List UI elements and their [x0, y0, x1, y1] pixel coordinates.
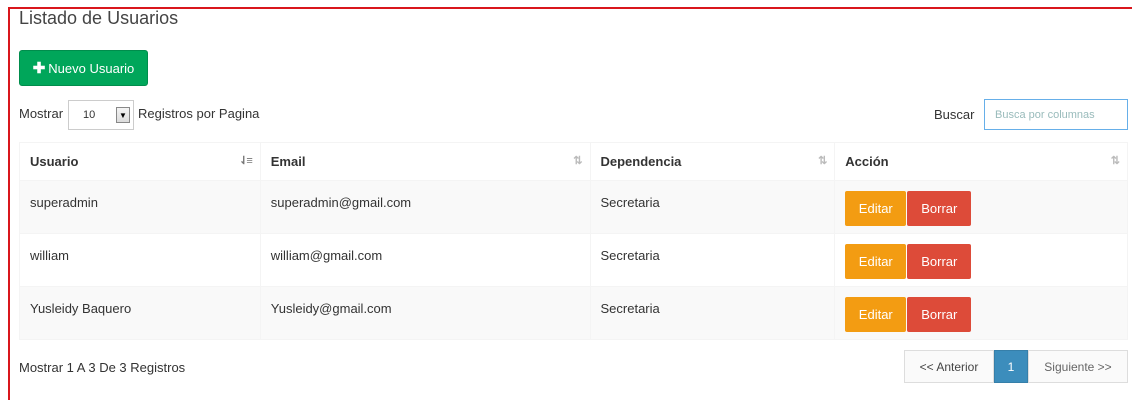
- cell-text: william: [30, 248, 69, 263]
- delete-button[interactable]: Borrar: [907, 297, 972, 332]
- cell-text: Secretaria: [600, 248, 660, 263]
- new-user-button-label: Nuevo Usuario: [48, 60, 135, 76]
- sort-icon[interactable]: ⇅: [1111, 154, 1120, 167]
- cell-text: superadmin@gmail.com: [270, 195, 412, 210]
- page-number-button[interactable]: 1: [994, 350, 1028, 383]
- sort-icon[interactable]: ⇅: [573, 154, 582, 167]
- cell-email: Yusleidy@gmail.com: [259, 286, 591, 340]
- cell-text: Yusleidy Baquero: [30, 301, 132, 316]
- edit-button[interactable]: Editar: [845, 244, 907, 279]
- cell-actions: Editar Borrar: [834, 286, 1128, 340]
- show-label: Mostrar: [19, 106, 64, 121]
- page-title: Listado de Usuarios: [19, 8, 179, 28]
- search-label: Buscar: [934, 107, 975, 122]
- cell-dependencia: Secretaria: [589, 233, 836, 287]
- cell-email: superadmin@gmail.com: [259, 180, 591, 234]
- cell-email: william@gmail.com: [259, 233, 591, 287]
- sort-icon[interactable]: ⇅: [818, 154, 827, 167]
- cell-usuario: superadmin: [19, 180, 261, 234]
- edit-button[interactable]: Editar: [845, 191, 907, 226]
- cell-dependencia: Secretaria: [589, 180, 836, 234]
- table-header-row: Usuario ⇃≡ Email ⇅ Dependencia ⇅ Acción …: [19, 142, 1128, 181]
- cell-usuario: Yusleidy Baquero: [19, 286, 261, 340]
- sort-asc-icon[interactable]: ⇃≡: [239, 154, 253, 167]
- delete-button[interactable]: Borrar: [907, 191, 972, 226]
- cell-actions: Editar Borrar: [834, 233, 1128, 287]
- column-header-label: Dependencia: [600, 154, 682, 169]
- previous-page-button[interactable]: << Anterior: [904, 350, 994, 383]
- cell-text: Secretaria: [600, 301, 660, 316]
- column-header-label: Email: [270, 154, 306, 169]
- column-header-label: Acción: [845, 154, 889, 169]
- users-table: Usuario ⇃≡ Email ⇅ Dependencia ⇅ Acción …: [19, 142, 1128, 340]
- page-size-value: 10: [83, 109, 96, 121]
- edit-button[interactable]: Editar: [845, 297, 907, 332]
- table-row: Yusleidy Baquero Yusleidy@gmail.com Secr…: [19, 286, 1128, 340]
- new-user-button[interactable]: ✚ Nuevo Usuario: [19, 50, 148, 86]
- column-header-dependencia[interactable]: Dependencia ⇅: [589, 142, 836, 181]
- page-size-select[interactable]: 10 ▼: [68, 100, 134, 130]
- column-header-usuario[interactable]: Usuario ⇃≡: [19, 142, 261, 181]
- column-header-email[interactable]: Email ⇅: [259, 142, 591, 181]
- column-header-accion[interactable]: Acción ⇅: [834, 142, 1128, 181]
- table-info: Mostrar 1 A 3 De 3 Registros: [19, 360, 186, 375]
- next-page-button[interactable]: Siguiente >>: [1028, 350, 1128, 383]
- cell-dependencia: Secretaria: [589, 286, 836, 340]
- plus-icon: ✚: [32, 59, 46, 77]
- search-input[interactable]: [984, 99, 1128, 130]
- table-row: superadmin superadmin@gmail.com Secretar…: [19, 180, 1128, 234]
- cell-text: william@gmail.com: [270, 248, 383, 263]
- table-row: william william@gmail.com Secretaria Edi…: [19, 233, 1128, 287]
- cell-text: superadmin: [30, 195, 98, 210]
- delete-button[interactable]: Borrar: [907, 244, 972, 279]
- column-header-label: Usuario: [30, 154, 79, 169]
- cell-text: Secretaria: [600, 195, 660, 210]
- chevron-down-icon[interactable]: ▼: [116, 107, 130, 123]
- cell-actions: Editar Borrar: [834, 180, 1128, 234]
- per-page-label: Registros por Pagina: [138, 106, 260, 121]
- cell-text: Yusleidy@gmail.com: [270, 301, 392, 316]
- pagination: << Anterior 1 Siguiente >>: [904, 350, 1128, 383]
- cell-usuario: william: [19, 233, 261, 287]
